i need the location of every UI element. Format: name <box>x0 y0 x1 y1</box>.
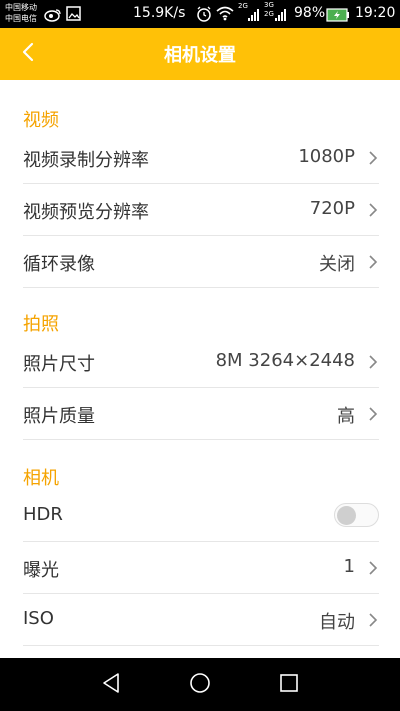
net-speed: 15.9K/s <box>133 5 186 21</box>
setting-label: ISO <box>23 608 54 629</box>
nav-back-button[interactable] <box>97 671 125 699</box>
chevron-right-icon <box>367 406 379 422</box>
setting-row-photo-quality[interactable]: 照片质量 高 <box>23 388 379 440</box>
page-title: 相机设置 <box>164 45 236 66</box>
carrier-info: 中国移动 中国电信 <box>5 2 37 24</box>
section-title-video: 视频 <box>23 110 59 131</box>
setting-value: 1 <box>343 556 355 577</box>
nav-home-button[interactable] <box>186 671 214 699</box>
section-title-photo: 拍照 <box>23 314 59 335</box>
weibo-icon <box>44 7 62 26</box>
chevron-right-icon <box>367 354 379 370</box>
battery-percent: 98% <box>294 5 326 21</box>
square-recent-icon <box>279 673 299 697</box>
setting-value: 高 <box>337 406 355 427</box>
setting-label: 曝光 <box>23 560 59 581</box>
setting-value: 自动 <box>319 612 355 633</box>
setting-value: 720P <box>309 198 355 219</box>
setting-label: 照片尺寸 <box>23 354 95 375</box>
chevron-right-icon <box>367 612 379 628</box>
setting-row-loop-recording[interactable]: 循环录像 关闭 <box>23 236 379 288</box>
battery-charging-icon <box>326 7 350 26</box>
signal-strength-icon <box>247 7 261 26</box>
chevron-right-icon <box>367 560 379 576</box>
setting-value: 1080P <box>298 146 355 167</box>
setting-row-video-resolution[interactable]: 视频录制分辨率 1080P <box>23 132 379 184</box>
app-header: 相机设置 <box>0 28 400 80</box>
setting-label: 循环录像 <box>23 254 95 275</box>
setting-label: HDR <box>23 504 63 525</box>
system-nav-bar <box>0 658 400 711</box>
triangle-back-icon <box>101 672 121 698</box>
setting-label: 视频预览分辨率 <box>23 202 149 223</box>
setting-row-iso[interactable]: ISO 自动 <box>23 594 379 646</box>
setting-row-photo-size[interactable]: 照片尺寸 8M 3264×2448 <box>23 336 379 388</box>
signal-strength-icon <box>274 7 288 26</box>
toggle-knob <box>337 506 356 525</box>
clock: 19:20 <box>355 5 396 21</box>
hdr-toggle[interactable] <box>334 503 379 527</box>
wifi-icon <box>216 6 234 25</box>
carrier-line-1: 中国移动 <box>5 3 37 12</box>
signal-2-label-bottom: 2G <box>264 10 274 18</box>
chevron-right-icon <box>367 254 379 270</box>
status-bar: 中国移动 中国电信 15.9K/s 2G 3G 2G 98% 19:20 <box>0 0 400 28</box>
carrier-line-2: 中国电信 <box>5 14 37 23</box>
chevron-right-icon <box>367 150 379 166</box>
setting-value: 关闭 <box>319 254 355 275</box>
setting-value: 8M 3264×2448 <box>215 350 355 371</box>
circle-home-icon <box>189 672 211 698</box>
setting-row-preview-resolution[interactable]: 视频预览分辨率 720P <box>23 184 379 236</box>
section-title-camera: 相机 <box>23 468 59 489</box>
signal-2-label-top: 3G <box>264 1 274 9</box>
nav-recent-button[interactable] <box>275 671 303 699</box>
settings-list: 视频 视频录制分辨率 1080P 视频预览分辨率 720P 循环录像 关闭 拍照… <box>0 80 400 658</box>
alarm-icon <box>196 6 212 26</box>
chevron-right-icon <box>367 202 379 218</box>
setting-row-hdr: HDR <box>23 490 379 542</box>
setting-row-exposure[interactable]: 曝光 1 <box>23 542 379 594</box>
image-icon <box>66 6 81 25</box>
setting-label: 视频录制分辨率 <box>23 150 149 171</box>
setting-label: 照片质量 <box>23 406 95 427</box>
